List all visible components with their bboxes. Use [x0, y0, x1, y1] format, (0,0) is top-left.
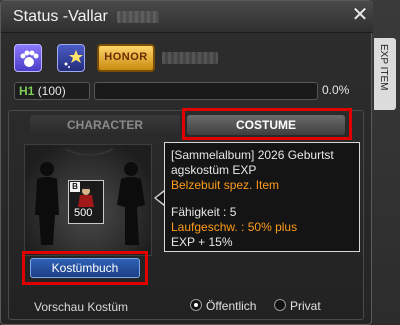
info-line-1: [Sammelalbum] 2026 Geburtst [171, 148, 334, 162]
exp-item-side-tab[interactable]: EXP ITEM [374, 38, 396, 110]
window-title: Status -Vallar [13, 8, 108, 25]
costume-item-icon [78, 186, 94, 207]
exp-bar [94, 82, 318, 100]
title-bar[interactable]: Status -Vallar ✕ [1, 1, 373, 33]
paw-badge-icon[interactable] [14, 44, 42, 72]
level-value: (100) [37, 84, 66, 98]
item-quantity: 500 [74, 207, 93, 219]
radio-private[interactable] [274, 299, 286, 311]
vorschau-label: Vorschau Kostüm [34, 300, 129, 314]
level-display: H1 (100) [14, 82, 90, 100]
exp-percent: 0.0% [322, 83, 350, 97]
side-tab-label: EXP ITEM [378, 44, 389, 91]
blurred-name [117, 11, 159, 23]
tab-character[interactable]: CHARACTER [30, 115, 180, 135]
info-line-5: Laufgeschw. : 50% plus [171, 220, 298, 234]
info-line-2: agskostüm EXP [171, 163, 257, 177]
honor-badge[interactable]: HONOR [97, 44, 155, 72]
info-line-6: EXP + 15% [171, 235, 233, 249]
radio-public[interactable] [190, 299, 202, 311]
star-badge-icon[interactable] [57, 44, 85, 72]
item-info-tooltip: [Sammelalbum] 2026 Geburtst agskostüm EX… [164, 142, 360, 252]
radio-private-label[interactable]: Privat [290, 299, 321, 313]
kostuembuch-highlight [22, 251, 148, 285]
level-prefix: H1 [19, 84, 35, 98]
info-line-3: Belzebuit spez. Item [171, 178, 280, 192]
blurred-title [162, 52, 218, 64]
costume-tab-highlight [182, 108, 352, 140]
costume-item-slot[interactable]: B 500 [68, 180, 104, 224]
tooltip-arrow-inner [156, 192, 164, 204]
info-line-4: Fähigkeit : 5 [171, 205, 237, 219]
close-icon[interactable]: ✕ [351, 5, 369, 25]
radio-public-label[interactable]: Öffentlich [206, 299, 256, 313]
